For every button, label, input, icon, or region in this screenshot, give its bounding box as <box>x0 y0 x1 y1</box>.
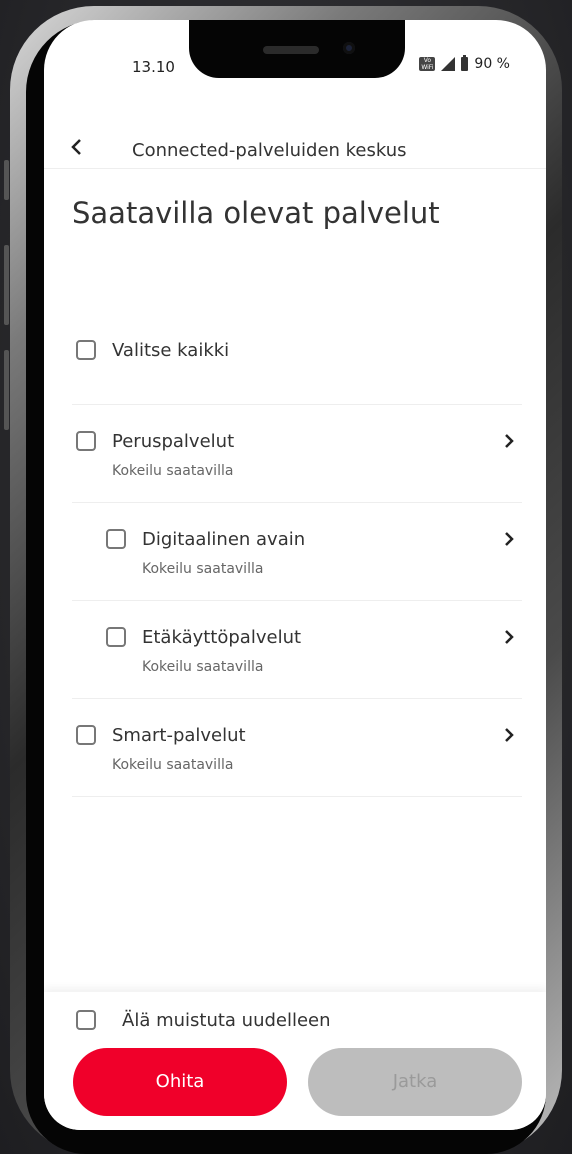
service-row-etakayttopalvelut[interactable]: Etäkäyttöpalvelut Kokeilu saatavilla <box>72 601 522 699</box>
service-checkbox[interactable] <box>106 627 126 647</box>
select-all-label: Valitse kaikki <box>112 340 230 361</box>
status-time: 13.10 <box>132 58 175 76</box>
chevron-right-icon[interactable] <box>504 727 514 743</box>
services-list: Valitse kaikki Peruspalvelut Kokeilu saa… <box>72 324 522 797</box>
status-icons: Vo WiFi 90 % <box>419 55 510 72</box>
wifi-calling-icon: Vo WiFi <box>419 57 436 71</box>
service-label: Peruspalvelut <box>112 431 235 452</box>
volume-up-button <box>4 245 9 325</box>
chevron-right-icon[interactable] <box>504 531 514 547</box>
service-checkbox[interactable] <box>76 431 96 451</box>
camera-icon <box>343 42 355 54</box>
service-checkbox[interactable] <box>76 725 96 745</box>
service-label: Digitaalinen avain <box>142 529 306 550</box>
screen: 13.10 Vo WiFi 90 % Connected-palveluiden… <box>44 20 546 1130</box>
select-all-row[interactable]: Valitse kaikki <box>72 324 522 405</box>
service-status: Kokeilu saatavilla <box>112 757 234 773</box>
battery-level: 90 % <box>474 56 510 72</box>
signal-icon <box>441 57 456 71</box>
service-status: Kokeilu saatavilla <box>142 561 264 577</box>
back-button[interactable] <box>70 136 98 164</box>
service-checkbox[interactable] <box>106 529 126 549</box>
dont-remind-label: Älä muistuta uudelleen <box>122 1010 331 1031</box>
skip-button[interactable]: Ohita <box>73 1048 287 1116</box>
service-row-peruspalvelut[interactable]: Peruspalvelut Kokeilu saatavilla <box>72 405 522 503</box>
page-title: Saatavilla olevat palvelut <box>72 196 440 230</box>
chevron-left-icon <box>71 139 81 155</box>
continue-button[interactable]: Jatka <box>308 1048 522 1116</box>
battery-icon <box>461 55 469 71</box>
footer: Älä muistuta uudelleen Ohita Jatka <box>44 992 546 1130</box>
service-status: Kokeilu saatavilla <box>142 659 264 675</box>
service-row-smart-palvelut[interactable]: Smart-palvelut Kokeilu saatavilla <box>72 699 522 797</box>
chevron-right-icon[interactable] <box>504 629 514 645</box>
notch <box>189 20 405 78</box>
top-bar: Connected-palveluiden keskus <box>44 110 546 169</box>
dont-remind-checkbox[interactable] <box>76 1010 96 1030</box>
chevron-right-icon[interactable] <box>504 433 514 449</box>
speaker <box>263 46 319 54</box>
volume-down-button <box>4 350 9 430</box>
service-row-digitaalinen-avain[interactable]: Digitaalinen avain Kokeilu saatavilla <box>72 503 522 601</box>
service-label: Smart-palvelut <box>112 725 246 746</box>
service-label: Etäkäyttöpalvelut <box>142 627 302 648</box>
side-button <box>4 160 9 200</box>
select-all-checkbox[interactable] <box>76 340 96 360</box>
service-status: Kokeilu saatavilla <box>112 463 234 479</box>
top-bar-title: Connected-palveluiden keskus <box>132 140 407 161</box>
